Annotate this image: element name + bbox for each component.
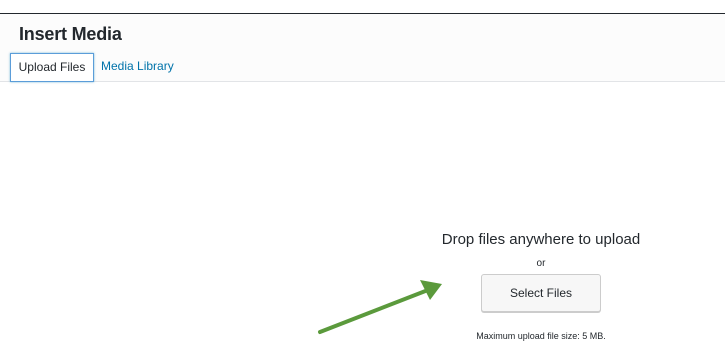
drop-files-instructions: Drop files anywhere to upload: [441, 231, 641, 248]
tab-media-library[interactable]: Media Library: [101, 53, 174, 82]
green-arrow-icon: [318, 280, 442, 334]
select-files-button[interactable]: Select Files: [481, 274, 601, 312]
insert-media-modal: Insert Media Upload Files Media Library …: [0, 0, 725, 343]
tab-upload-files[interactable]: Upload Files: [10, 53, 94, 82]
modal-title: Insert Media: [19, 24, 122, 44]
modal-header: Insert Media Upload Files Media Library: [0, 14, 725, 82]
or-separator: or: [536, 258, 546, 269]
